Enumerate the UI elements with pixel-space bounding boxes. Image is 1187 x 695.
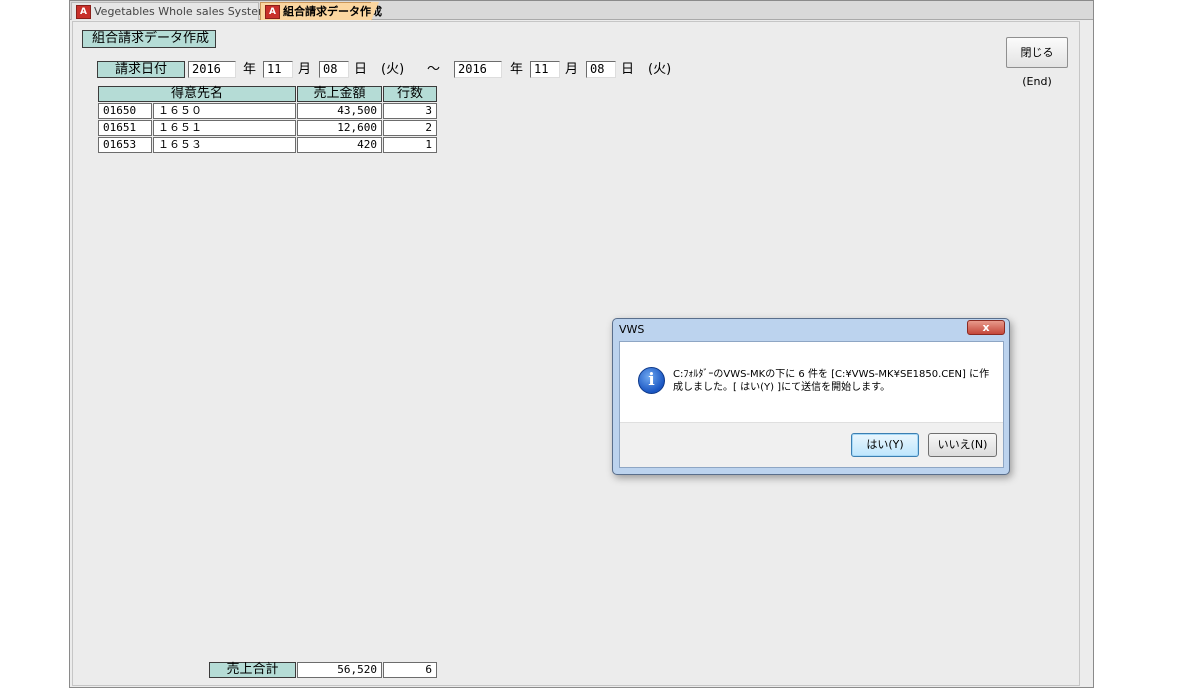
to-year-input[interactable]: 2016 (454, 61, 502, 78)
no-button[interactable]: いいえ(N) (928, 433, 997, 457)
close-button[interactable]: 閉じる(End) (1006, 37, 1068, 88)
dialog-message-line: 成しました。[ はい(Y) ]にて送信を開始します。 (673, 382, 891, 393)
info-icon: i (638, 367, 665, 394)
range-separator: ～ (427, 62, 441, 77)
access-form-icon: A (265, 5, 280, 19)
dialog-message: C:ﾌｫﾙﾀﾞｰのVWS-MKの下に 6 件を [C:¥VWS-MK¥SE185… (673, 368, 993, 394)
from-month-input[interactable]: 11 (263, 61, 293, 78)
from-day-input[interactable]: 08 (319, 61, 349, 78)
to-day-input[interactable]: 08 (586, 61, 616, 78)
line-count[interactable]: 3 (383, 103, 437, 119)
tab-label: Vegetables Whole sales System (94, 5, 269, 18)
column-header-amount: 売上金額 (297, 86, 382, 102)
customer-code[interactable]: 01650 (98, 103, 152, 119)
month-unit: 月 (298, 62, 312, 77)
sales-total-label: 売上合計 (209, 662, 296, 678)
sales-amount[interactable]: 43,500 (297, 103, 382, 119)
day-unit: 日 (621, 62, 635, 77)
close-icon[interactable]: x (967, 320, 1005, 335)
year-unit: 年 (243, 62, 257, 77)
total-line-count: 6 (383, 662, 437, 678)
sales-amount[interactable]: 420 (297, 137, 382, 153)
column-header-customer: 得意先名 (98, 86, 296, 102)
from-year-input[interactable]: 2016 (188, 61, 236, 78)
access-form-icon: A (76, 5, 91, 19)
column-header-lines: 行数 (383, 86, 437, 102)
line-count[interactable]: 2 (383, 120, 437, 136)
billing-date-label: 請求日付 (97, 61, 185, 78)
customer-name[interactable]: １６５３ (153, 137, 296, 153)
customer-name[interactable]: １６５１ (153, 120, 296, 136)
tab-kumiai-seikyu[interactable]: A 組合請求データ作成 (260, 2, 382, 21)
form-title: 組合請求データ作成 (82, 30, 216, 48)
line-count[interactable]: 1 (383, 137, 437, 153)
tab-vegetables-system[interactable]: A Vegetables Whole sales System (71, 2, 269, 20)
to-month-input[interactable]: 11 (530, 61, 560, 78)
yes-button[interactable]: はい(Y) (851, 433, 919, 457)
tab-label: 組合請求データ作成 (283, 5, 382, 18)
sales-total-amount: 56,520 (297, 662, 382, 678)
year-unit: 年 (510, 62, 524, 77)
dialog-message-line: C:ﾌｫﾙﾀﾞｰのVWS-MKの下に 6 件を [C:¥VWS-MK¥SE185… (673, 369, 990, 380)
day-unit: 日 (354, 62, 368, 77)
from-weekday: (火) (381, 62, 405, 77)
sales-amount[interactable]: 12,600 (297, 120, 382, 136)
customer-code[interactable]: 01651 (98, 120, 152, 136)
month-unit: 月 (565, 62, 579, 77)
dialog-title: VWS (619, 323, 645, 336)
customer-name[interactable]: １６５０ (153, 103, 296, 119)
to-weekday: (火) (648, 62, 672, 77)
customer-code[interactable]: 01653 (98, 137, 152, 153)
